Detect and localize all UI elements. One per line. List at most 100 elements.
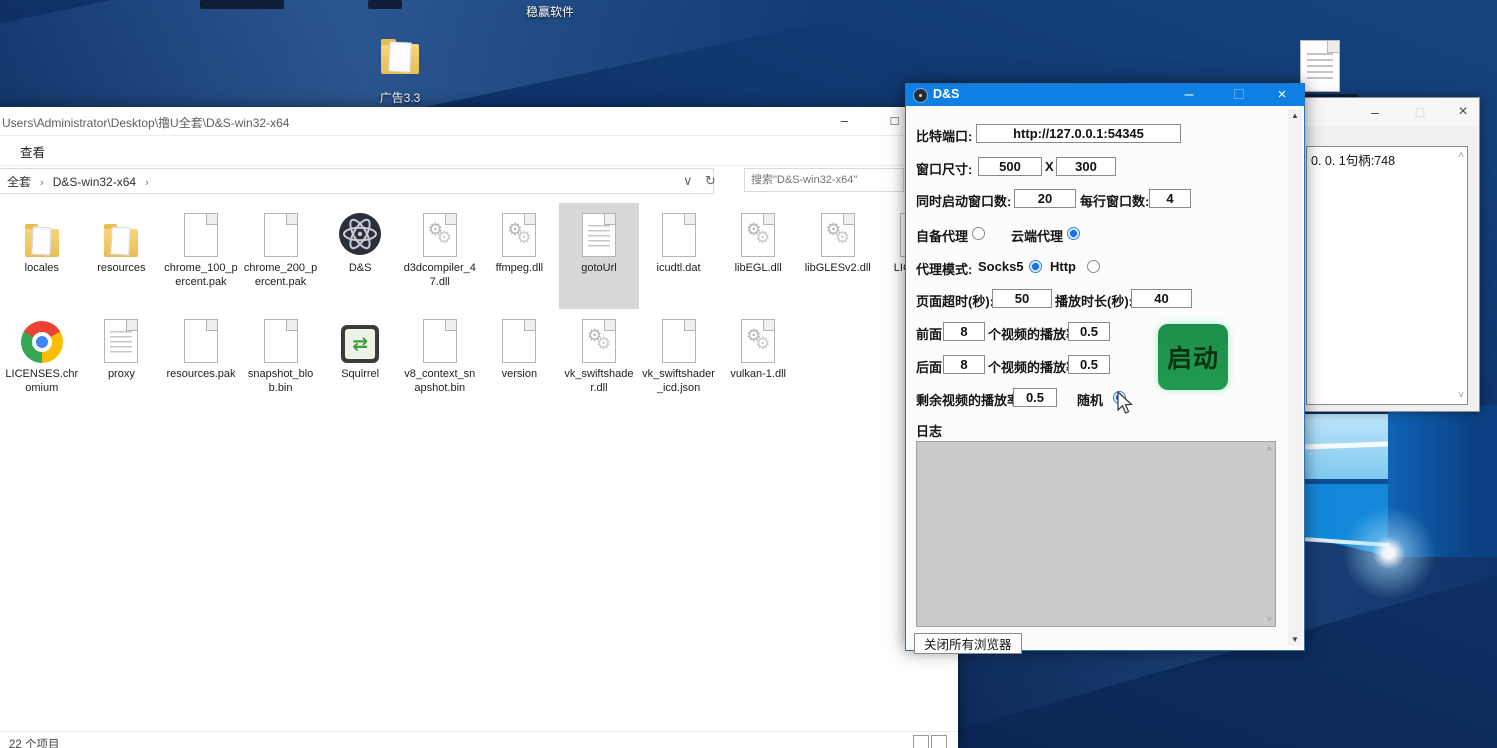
- socks5-radio[interactable]: [1029, 260, 1042, 273]
- swap-arrows-icon: ⇄: [345, 329, 375, 359]
- cloud-proxy-radio[interactable]: [1067, 227, 1080, 240]
- file-item[interactable]: LICENSES.chromium: [2, 309, 82, 415]
- rest-rate-input[interactable]: [1013, 388, 1057, 407]
- document-icon: [741, 319, 775, 363]
- breadcrumb: 全套›D&S-win32-x64›: [7, 173, 158, 190]
- file-name: D&S: [320, 262, 400, 276]
- minimize-button[interactable]: –: [822, 107, 867, 135]
- handle-window: – □ × 0. 0. 1句柄:748 ˄ ˅: [1294, 97, 1480, 412]
- file-item[interactable]: ffmpeg.dll: [480, 203, 560, 309]
- scroll-up-icon[interactable]: ˄: [1458, 150, 1464, 161]
- breadcrumb-item[interactable]: D&S-win32-x64: [53, 175, 136, 189]
- refresh-icon[interactable]: ↻: [705, 173, 716, 189]
- file-item[interactable]: vulkan-1.dll: [718, 309, 798, 415]
- play-duration-input[interactable]: [1131, 289, 1192, 308]
- document-icon: [662, 213, 696, 257]
- file-name: version: [480, 368, 560, 382]
- window-size-label: 窗口尺寸:: [916, 159, 972, 178]
- file-item[interactable]: d3dcompiler_47.dll: [400, 203, 480, 309]
- view-thumbnails-icon[interactable]: [931, 735, 947, 748]
- view-list-icon[interactable]: [913, 735, 929, 748]
- page-timeout-input[interactable]: [992, 289, 1052, 308]
- minimize-button[interactable]: –: [1172, 84, 1206, 106]
- file-name: chrome_200_percent.pak: [241, 262, 321, 289]
- window-width-input[interactable]: [978, 157, 1042, 176]
- scroll-down-icon[interactable]: ˅: [1458, 390, 1464, 401]
- file-item[interactable]: proxy: [82, 309, 162, 415]
- folder-icon: [25, 229, 59, 257]
- rest-rate-label: 剩余视频的播放率:: [916, 390, 1024, 409]
- port-input[interactable]: [976, 124, 1181, 143]
- folder-icon: [104, 229, 138, 257]
- per-row-input[interactable]: [1149, 189, 1191, 208]
- desktop-icon-label-cut: [368, 0, 402, 9]
- chevron-down-icon[interactable]: ∨: [683, 173, 693, 189]
- file-item[interactable]: resources: [82, 203, 162, 309]
- window-height-input[interactable]: [1056, 157, 1116, 176]
- maximize-button[interactable]: □: [1222, 84, 1256, 106]
- port-label: 比特端口:: [916, 126, 972, 145]
- front-count-input[interactable]: [943, 322, 985, 341]
- size-separator: X: [1045, 159, 1054, 174]
- address-bar[interactable]: 全套›D&S-win32-x64› ∨ ↻: [0, 168, 714, 194]
- file-item[interactable]: chrome_100_percent.pak: [161, 203, 241, 309]
- ds-dialog: D&S – □ × 比特端口: 窗口尺寸: X 同时启动窗口数: 每行窗口数: …: [905, 83, 1305, 651]
- back-rate-input[interactable]: [1068, 355, 1110, 374]
- file-grid: localesresourceschrome_100_percent.pakch…: [2, 203, 958, 415]
- file-item[interactable]: libGLESv2.dll: [798, 203, 878, 309]
- front-rate-input[interactable]: [1068, 322, 1110, 341]
- file-item[interactable]: snapshot_blob.bin: [241, 309, 321, 415]
- front-label: 前面: [916, 324, 942, 343]
- file-name: locales: [2, 262, 82, 276]
- dialog-scrollbar[interactable]: ▲ ▼: [1288, 109, 1302, 646]
- file-item[interactable]: v8_context_snapshot.bin: [400, 309, 480, 415]
- win10-logo-glow: [1336, 500, 1442, 606]
- scroll-down-icon[interactable]: ˅: [1267, 614, 1272, 624]
- close-all-browsers-button[interactable]: 关闭所有浏览器: [914, 633, 1022, 654]
- desktop-document-icon[interactable]: [1300, 40, 1340, 92]
- document-icon: [662, 319, 696, 363]
- close-button[interactable]: ×: [1262, 84, 1302, 106]
- back-count-input[interactable]: [943, 355, 985, 374]
- file-item[interactable]: locales: [2, 203, 82, 309]
- document-icon: [184, 319, 218, 363]
- file-item[interactable]: libEGL.dll: [718, 203, 798, 309]
- chrome-icon: [21, 321, 63, 363]
- minimize-button[interactable]: –: [1355, 98, 1395, 126]
- log-area[interactable]: ˄ ˅: [916, 441, 1276, 627]
- own-proxy-radio[interactable]: [972, 227, 985, 240]
- http-radio[interactable]: [1087, 260, 1100, 273]
- page-timeout-label: 页面超时(秒):: [916, 291, 994, 310]
- file-item[interactable]: D&S: [320, 203, 400, 309]
- file-item[interactable]: icudtl.dat: [639, 203, 719, 309]
- desktop-icon-label[interactable]: 稳赢软件: [505, 3, 595, 20]
- file-item[interactable]: vk_swiftshader.dll: [559, 309, 639, 415]
- file-item[interactable]: vk_swiftshader_icd.json: [639, 309, 719, 415]
- document-icon: [264, 319, 298, 363]
- file-item[interactable]: version: [480, 309, 560, 415]
- scroll-up-icon[interactable]: ▲: [1288, 111, 1302, 120]
- handle-list[interactable]: 0. 0. 1句柄:748 ˄ ˅: [1306, 146, 1468, 405]
- explorer-window: Users\Administrator\Desktop\撸U全套\D&S-win…: [0, 107, 958, 748]
- scroll-up-icon[interactable]: ˄: [1267, 444, 1272, 454]
- close-button[interactable]: ×: [1443, 98, 1483, 126]
- http-label: Http: [1050, 259, 1076, 274]
- document-icon: [104, 319, 138, 363]
- ds-dialog-titlebar: D&S – □ ×: [906, 84, 1304, 106]
- menu-view[interactable]: 查看: [20, 142, 45, 161]
- file-item[interactable]: ⇄Squirrel: [320, 309, 400, 415]
- breadcrumb-item[interactable]: 全套: [7, 175, 31, 189]
- proxy-mode-label: 代理模式:: [916, 259, 972, 278]
- file-item[interactable]: resources.pak: [161, 309, 241, 415]
- scroll-down-icon[interactable]: ▼: [1288, 635, 1302, 644]
- document-icon: [741, 213, 775, 257]
- maximize-button[interactable]: □: [1400, 98, 1440, 126]
- desktop-folder-icon[interactable]: [381, 44, 419, 74]
- file-item[interactable]: gotoUrl: [559, 203, 639, 309]
- desktop-folder-label[interactable]: 广告3.3: [368, 89, 432, 106]
- concurrent-windows-input[interactable]: [1014, 189, 1076, 208]
- file-name: libEGL.dll: [718, 262, 798, 276]
- start-button[interactable]: 启动: [1158, 324, 1228, 390]
- search-input[interactable]: [744, 168, 904, 192]
- file-item[interactable]: chrome_200_percent.pak: [241, 203, 321, 309]
